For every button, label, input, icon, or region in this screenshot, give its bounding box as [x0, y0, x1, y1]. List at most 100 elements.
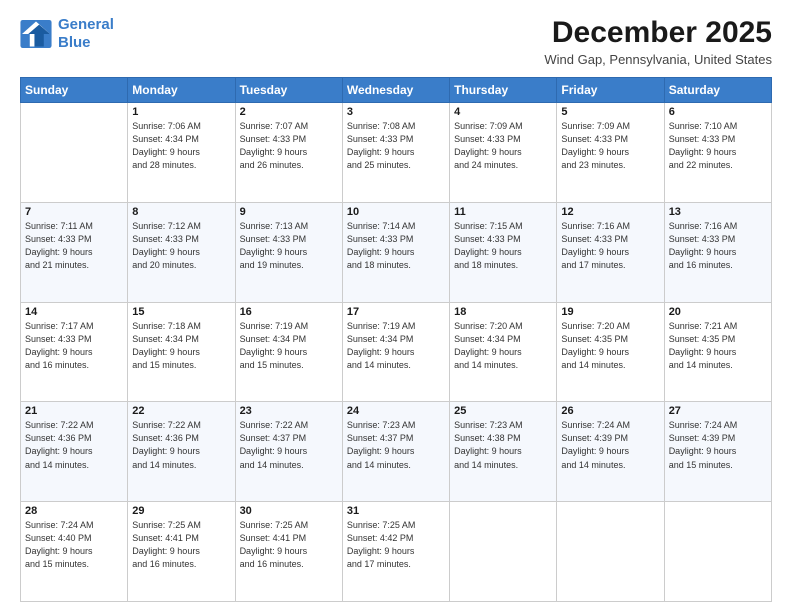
- day-cell: 29Sunrise: 7:25 AM Sunset: 4:41 PM Dayli…: [128, 502, 235, 602]
- header: General Blue December 2025 Wind Gap, Pen…: [20, 16, 772, 67]
- title-block: December 2025 Wind Gap, Pennsylvania, Un…: [544, 16, 772, 67]
- day-cell: 21Sunrise: 7:22 AM Sunset: 4:36 PM Dayli…: [21, 402, 128, 502]
- day-info: Sunrise: 7:24 AM Sunset: 4:39 PM Dayligh…: [561, 419, 659, 471]
- day-cell: 16 Sunrise: 7:19 AM Sunset: 4:34 PM Dayli…: [235, 302, 342, 402]
- day-number: 11: [454, 206, 552, 218]
- day-cell: 24 Sunrise: 7:23 AM Sunset: 4:37 PM Dayli…: [342, 402, 449, 502]
- header-day-wednesday: Wednesday: [342, 78, 449, 103]
- logo-line2: Blue: [58, 34, 91, 51]
- logo: General Blue: [20, 16, 114, 52]
- day-number: 20: [669, 306, 767, 318]
- week-row-2: 7 Sunrise: 7:11 AM Sunset: 4:33 PM Daylig…: [21, 202, 772, 302]
- day-cell: 22Sunrise: 7:22 AM Sunset: 4:36 PM Dayli…: [128, 402, 235, 502]
- day-cell: 6 Sunrise: 7:10 AM Sunset: 4:33 PM Daylig…: [664, 103, 771, 203]
- day-info: Sunrise: 7:14 AM Sunset: 4:33 PM Dayligh…: [347, 220, 445, 272]
- day-number: 23: [240, 405, 338, 417]
- day-number: 25: [454, 405, 552, 417]
- day-number: 6: [669, 106, 767, 118]
- day-cell: 2 Sunrise: 7:07 AM Sunset: 4:33 PM Daylig…: [235, 103, 342, 203]
- day-cell: 5Sunrise: 7:09 AM Sunset: 4:33 PM Daylig…: [557, 103, 664, 203]
- day-number: 21: [25, 405, 123, 417]
- day-number: 28: [25, 505, 123, 517]
- day-number: 2: [240, 106, 338, 118]
- logo-line1: General: [58, 16, 114, 33]
- day-info: Sunrise: 7:25 AM Sunset: 4:41 PM Dayligh…: [240, 519, 338, 571]
- day-number: 18: [454, 306, 552, 318]
- day-info: Sunrise: 7:24 AM Sunset: 4:39 PM Dayligh…: [669, 419, 767, 471]
- day-info: Sunrise: 7:25 AM Sunset: 4:41 PM Dayligh…: [132, 519, 230, 571]
- day-number: 8: [132, 206, 230, 218]
- logo-icon: [20, 20, 52, 48]
- day-number: 24: [347, 405, 445, 417]
- day-info: Sunrise: 7:24 AM Sunset: 4:40 PM Dayligh…: [25, 519, 123, 571]
- header-day-friday: Friday: [557, 78, 664, 103]
- day-cell: [557, 502, 664, 602]
- week-row-4: 21 Sunrise: 7:22 AM Sunset: 4:36 PM Dayli…: [21, 402, 772, 502]
- page: General Blue December 2025 Wind Gap, Pen…: [0, 0, 792, 612]
- header-row: SundayMondayTuesdayWednesdayThursdayFrid…: [21, 78, 772, 103]
- day-info: Sunrise: 7:15 AM Sunset: 4:33 PM Dayligh…: [454, 220, 552, 272]
- subtitle: Wind Gap, Pennsylvania, United States: [544, 52, 772, 67]
- day-cell: 26 Sunrise: 7:24 AM Sunset: 4:39 PM Dayli…: [557, 402, 664, 502]
- header-day-saturday: Saturday: [664, 78, 771, 103]
- day-cell: 14 Sunrise: 7:17 AM Sunset: 4:33 PM Dayli…: [21, 302, 128, 402]
- day-cell: 13Sunrise: 7:16 AM Sunset: 4:33 PM Dayli…: [664, 202, 771, 302]
- header-day-sunday: Sunday: [21, 78, 128, 103]
- day-info: Sunrise: 7:22 AM Sunset: 4:37 PM Dayligh…: [240, 419, 338, 471]
- day-info: Sunrise: 7:22 AM Sunset: 4:36 PM Dayligh…: [132, 419, 230, 471]
- day-info: Sunrise: 7:17 AM Sunset: 4:33 PM Dayligh…: [25, 320, 123, 372]
- day-info: Sunrise: 7:08 AM Sunset: 4:33 PM Dayligh…: [347, 120, 445, 172]
- day-info: Sunrise: 7:07 AM Sunset: 4:33 PM Dayligh…: [240, 120, 338, 172]
- day-cell: 20Sunrise: 7:21 AM Sunset: 4:35 PM Dayli…: [664, 302, 771, 402]
- day-info: Sunrise: 7:06 AM Sunset: 4:34 PM Dayligh…: [132, 120, 230, 172]
- header-day-monday: Monday: [128, 78, 235, 103]
- day-info: Sunrise: 7:09 AM Sunset: 4:33 PM Dayligh…: [454, 120, 552, 172]
- day-cell: 17Sunrise: 7:19 AM Sunset: 4:34 PM Dayli…: [342, 302, 449, 402]
- day-cell: 12Sunrise: 7:16 AM Sunset: 4:33 PM Dayli…: [557, 202, 664, 302]
- day-number: 9: [240, 206, 338, 218]
- day-cell: 31 Sunrise: 7:25 AM Sunset: 4:42 PM Dayli…: [342, 502, 449, 602]
- calendar-table: SundayMondayTuesdayWednesdayThursdayFrid…: [20, 77, 772, 602]
- day-cell: 18 Sunrise: 7:20 AM Sunset: 4:34 PM Dayli…: [450, 302, 557, 402]
- day-cell: 15 Sunrise: 7:18 AM Sunset: 4:34 PM Dayli…: [128, 302, 235, 402]
- day-cell: 1 Sunrise: 7:06 AM Sunset: 4:34 PM Daylig…: [128, 103, 235, 203]
- day-info: Sunrise: 7:23 AM Sunset: 4:37 PM Dayligh…: [347, 419, 445, 471]
- header-day-tuesday: Tuesday: [235, 78, 342, 103]
- day-cell: 19Sunrise: 7:20 AM Sunset: 4:35 PM Dayli…: [557, 302, 664, 402]
- day-cell: [450, 502, 557, 602]
- day-cell: 25 Sunrise: 7:23 AM Sunset: 4:38 PM Dayli…: [450, 402, 557, 502]
- day-number: 14: [25, 306, 123, 318]
- day-info: Sunrise: 7:12 AM Sunset: 4:33 PM Dayligh…: [132, 220, 230, 272]
- day-info: Sunrise: 7:19 AM Sunset: 4:34 PM Dayligh…: [240, 320, 338, 372]
- day-cell: [21, 103, 128, 203]
- day-cell: 9Sunrise: 7:13 AM Sunset: 4:33 PM Daylig…: [235, 202, 342, 302]
- day-number: 27: [669, 405, 767, 417]
- calendar-header: SundayMondayTuesdayWednesdayThursdayFrid…: [21, 78, 772, 103]
- day-number: 13: [669, 206, 767, 218]
- day-number: 7: [25, 206, 123, 218]
- day-info: Sunrise: 7:18 AM Sunset: 4:34 PM Dayligh…: [132, 320, 230, 372]
- day-info: Sunrise: 7:10 AM Sunset: 4:33 PM Dayligh…: [669, 120, 767, 172]
- week-row-5: 28 Sunrise: 7:24 AM Sunset: 4:40 PM Dayli…: [21, 502, 772, 602]
- day-info: Sunrise: 7:19 AM Sunset: 4:34 PM Dayligh…: [347, 320, 445, 372]
- day-cell: 8 Sunrise: 7:12 AM Sunset: 4:33 PM Daylig…: [128, 202, 235, 302]
- day-number: 26: [561, 405, 659, 417]
- day-number: 10: [347, 206, 445, 218]
- day-info: Sunrise: 7:20 AM Sunset: 4:34 PM Dayligh…: [454, 320, 552, 372]
- main-title: December 2025: [544, 16, 772, 50]
- day-cell: 11 Sunrise: 7:15 AM Sunset: 4:33 PM Dayli…: [450, 202, 557, 302]
- day-info: Sunrise: 7:23 AM Sunset: 4:38 PM Dayligh…: [454, 419, 552, 471]
- day-cell: 23 Sunrise: 7:22 AM Sunset: 4:37 PM Dayli…: [235, 402, 342, 502]
- day-number: 30: [240, 505, 338, 517]
- day-cell: 3 Sunrise: 7:08 AM Sunset: 4:33 PM Daylig…: [342, 103, 449, 203]
- day-number: 31: [347, 505, 445, 517]
- day-info: Sunrise: 7:11 AM Sunset: 4:33 PM Dayligh…: [25, 220, 123, 272]
- day-number: 16: [240, 306, 338, 318]
- header-day-thursday: Thursday: [450, 78, 557, 103]
- day-cell: [664, 502, 771, 602]
- day-number: 5: [561, 106, 659, 118]
- day-info: Sunrise: 7:25 AM Sunset: 4:42 PM Dayligh…: [347, 519, 445, 571]
- day-number: 1: [132, 106, 230, 118]
- day-number: 15: [132, 306, 230, 318]
- day-number: 3: [347, 106, 445, 118]
